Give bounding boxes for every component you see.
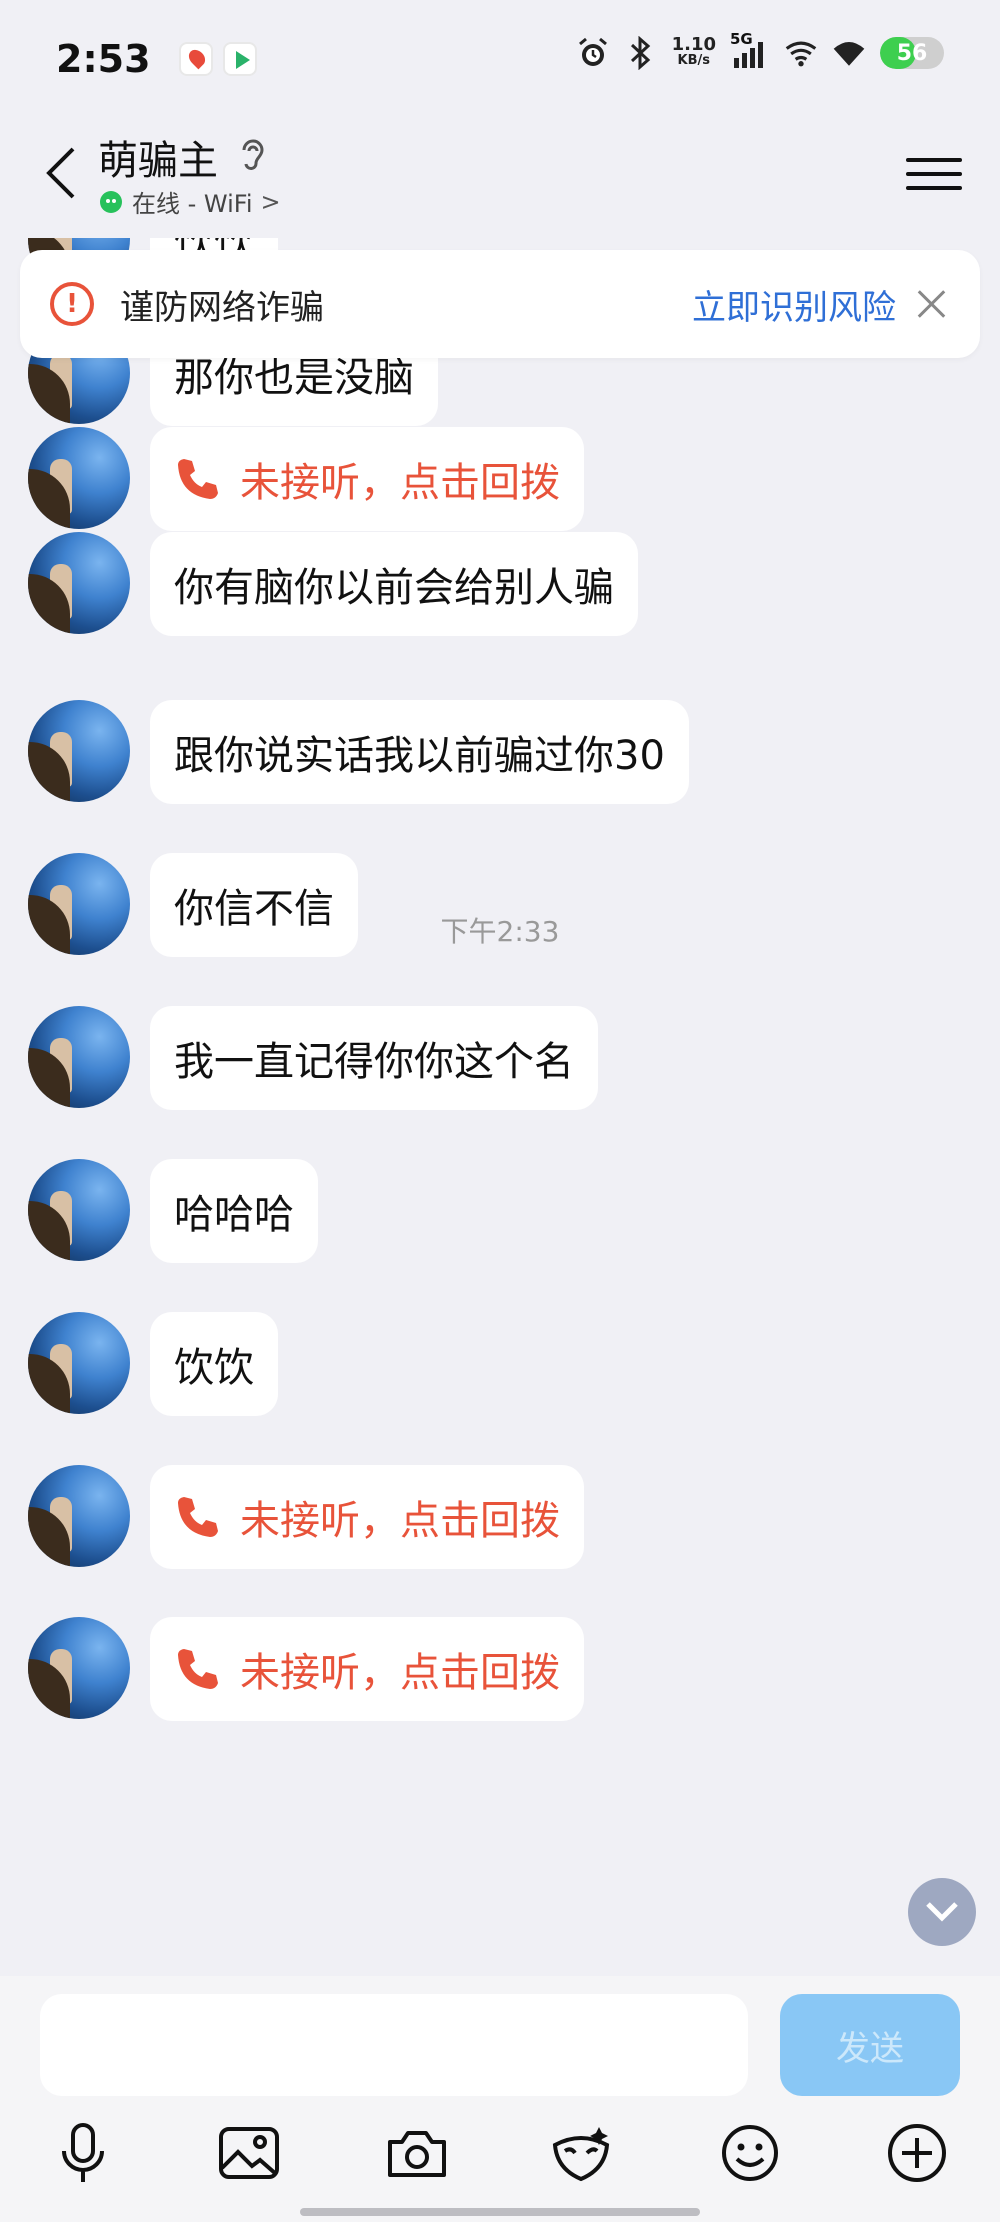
camera-icon[interactable] (382, 2118, 452, 2188)
message-text: 跟你说实话我以前骗过你30 (174, 733, 665, 779)
message-text: 饮饮 (174, 1345, 254, 1391)
phone-icon (178, 1497, 218, 1537)
fraud-warning-banner: ! 谨防网络诈骗 立即识别风险 (20, 250, 980, 358)
contact-avatar[interactable] (28, 532, 130, 634)
message-row: 跟你说实话我以前骗过你30 (28, 700, 689, 804)
message-bubble[interactable]: 你信不信 (150, 853, 358, 957)
status-icons: 1.10 KB/s 5G 56 (576, 30, 944, 70)
chevron-right-icon: > (260, 187, 281, 216)
contact-avatar[interactable] (28, 853, 130, 955)
message-row: 你有脑你以前会给别人骗 (28, 532, 638, 636)
missed-call-bubble[interactable]: 未接听，点击回拨 (150, 1617, 584, 1721)
emoji-icon[interactable] (715, 2118, 785, 2188)
message-row: 未接听，点击回拨 (28, 427, 584, 531)
message-row: 饮饮 (28, 1312, 278, 1416)
message-text: 你有脑你以前会给别人骗 (174, 565, 614, 611)
alarm-icon (576, 36, 610, 70)
message-bubble[interactable]: 跟你说实话我以前骗过你30 (150, 700, 689, 804)
menu-icon-line (906, 158, 962, 162)
chat-message-list[interactable]: 下午2:33 饮饮那你也是没脑未接听，点击回拨你有脑你以前会给别人骗跟你说实话我… (0, 238, 1000, 1976)
message-bubble[interactable]: 我一直记得你你这个名 (150, 1006, 598, 1110)
message-row: 未接听，点击回拨 (28, 1617, 584, 1721)
message-row: 未接听，点击回拨 (28, 1465, 584, 1569)
contact-avatar[interactable] (28, 1465, 130, 1567)
message-text: 未接听，点击回拨 (240, 460, 560, 506)
message-row: 你信不信 (28, 853, 358, 957)
wifi-signal-icon (784, 36, 818, 70)
message-row: 哈哈哈 (28, 1159, 318, 1263)
missed-call-bubble[interactable]: 未接听，点击回拨 (150, 1465, 584, 1569)
input-toolbar (0, 2118, 1000, 2194)
phone-icon (178, 459, 218, 499)
phone-icon (178, 1649, 218, 1689)
close-icon[interactable] (914, 286, 950, 322)
message-text: 未接听，点击回拨 (240, 1650, 560, 1696)
chat-header: 萌骗主 在线 - WiFi > (0, 118, 1000, 238)
menu-icon-line (906, 172, 962, 176)
message-bubble[interactable]: 饮饮 (150, 1312, 278, 1416)
contact-avatar[interactable] (28, 700, 130, 802)
scroll-to-bottom-button[interactable] (908, 1878, 976, 1946)
message-text: 哈哈哈 (174, 1192, 294, 1238)
presence-status[interactable]: 在线 - WiFi > (100, 184, 281, 219)
menu-icon-line (906, 186, 962, 190)
play-app-icon (222, 42, 257, 76)
plus-icon[interactable] (882, 2118, 952, 2188)
identify-risk-link[interactable]: 立即识别风险 (692, 280, 896, 329)
message-row: 我一直记得你你这个名 (28, 1006, 598, 1110)
battery-indicator: 56 (880, 37, 944, 69)
contact-name[interactable]: 萌骗主 (98, 128, 218, 186)
sticker-icon[interactable] (546, 2118, 616, 2188)
contact-avatar[interactable] (28, 1006, 130, 1108)
back-button[interactable] (30, 138, 90, 208)
contact-avatar[interactable] (28, 1312, 130, 1414)
message-input[interactable] (40, 1994, 748, 2096)
input-bar: 发送 (0, 1976, 1000, 2222)
contact-avatar[interactable] (28, 427, 130, 529)
map-app-icon (178, 42, 213, 76)
message-text: 你信不信 (174, 886, 334, 932)
microphone-icon[interactable] (48, 2118, 118, 2188)
menu-button[interactable] (906, 146, 962, 202)
message-text: 未接听，点击回拨 (240, 1498, 560, 1544)
warning-icon: ! (50, 282, 94, 326)
ear-icon[interactable] (236, 134, 268, 174)
message-text: 我一直记得你你这个名 (174, 1039, 574, 1085)
contact-avatar[interactable] (28, 1617, 130, 1719)
online-status-icon (100, 190, 122, 213)
status-time: 2:53 (56, 37, 151, 81)
status-bar: 2:53 1.10 KB/s 5G 56 (0, 0, 1000, 118)
net-speed: 1.10 KB/s (671, 34, 716, 69)
message-bubble[interactable]: 哈哈哈 (150, 1159, 318, 1263)
wifi-icon (832, 36, 866, 70)
send-button[interactable]: 发送 (780, 1994, 960, 2096)
fraud-warning-text: 谨防网络诈骗 (120, 287, 324, 328)
image-icon[interactable] (214, 2118, 284, 2188)
chevron-down-icon (926, 1902, 958, 1922)
chevron-left-icon (46, 147, 75, 199)
contact-avatar[interactable] (28, 1159, 130, 1261)
message-bubble[interactable]: 你有脑你以前会给别人骗 (150, 532, 638, 636)
cellular-signal-icon: 5G (730, 30, 770, 70)
missed-call-bubble[interactable]: 未接听，点击回拨 (150, 427, 584, 531)
home-indicator[interactable] (300, 2208, 700, 2216)
bluetooth-icon (624, 36, 658, 70)
presence-text: 在线 - WiFi (132, 190, 253, 218)
